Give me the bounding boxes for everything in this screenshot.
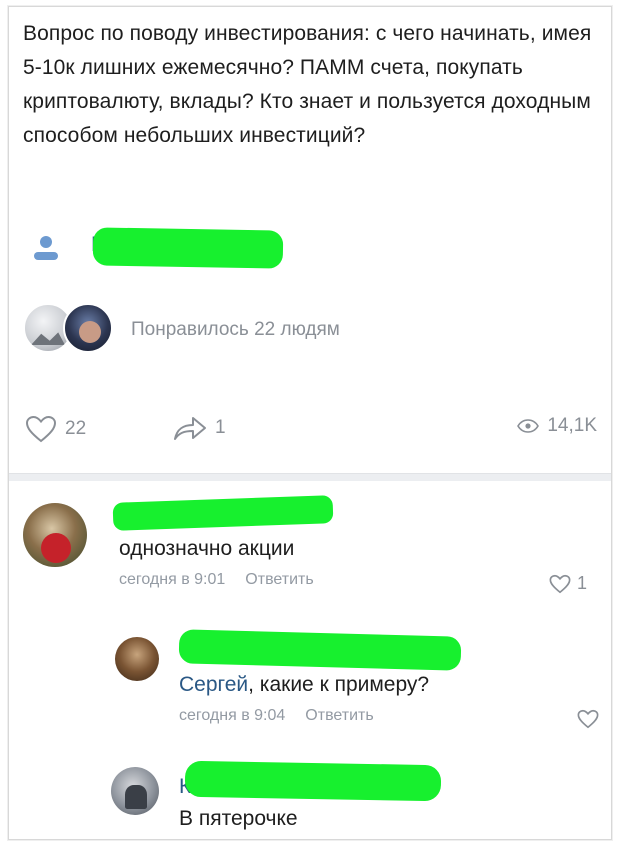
- reply-button[interactable]: Ответить: [245, 571, 313, 588]
- censor-mark: [92, 227, 284, 269]
- views-counter: 14,1K: [517, 415, 597, 437]
- share-count: 1: [215, 417, 226, 438]
- post-actions: 22 1 14,1K: [9, 411, 611, 451]
- person-icon: [34, 236, 58, 260]
- likes-summary-text[interactable]: Понравилось 22 людям: [131, 319, 340, 341]
- heart-icon: [577, 709, 599, 729]
- mention-link[interactable]: Сергей: [179, 673, 248, 696]
- share-button[interactable]: 1: [173, 415, 226, 441]
- likes-summary[interactable]: Понравилось 22 людям: [23, 303, 523, 359]
- share-icon: [174, 417, 206, 440]
- comment: однозначно акции сегодня в 9:01 Ответить …: [21, 495, 601, 607]
- comment-body: однозначно акции сегодня в 9:01 Ответить: [119, 535, 314, 589]
- censor-mark: [112, 495, 334, 531]
- comment-body: В пятерочке: [179, 805, 298, 833]
- reply-button[interactable]: Ответить: [305, 707, 373, 724]
- comment-text: однозначно акции: [119, 537, 295, 560]
- comment-time[interactable]: сегодня в 9:01: [119, 571, 225, 588]
- comment-like-count: 1: [576, 573, 587, 593]
- comment: К В пятерочке: [109, 755, 601, 835]
- post-author[interactable]: М: [31, 227, 431, 269]
- comment-like-button[interactable]: 1: [549, 573, 587, 594]
- eye-icon: [517, 419, 540, 433]
- like-button[interactable]: 22: [25, 415, 86, 443]
- heart-icon: [549, 574, 571, 593]
- comment-meta: сегодня в 9:01 Ответить: [119, 571, 314, 589]
- post-text: Вопрос по поводу инвестирования: с чего …: [23, 22, 592, 147]
- comment-body: Сергей, какие к примеру? сегодня в 9:04 О…: [179, 671, 429, 725]
- heart-icon: [25, 415, 57, 443]
- comment-meta: сегодня в 9:04 Ответить: [179, 707, 429, 725]
- liker-avatar[interactable]: [63, 303, 113, 353]
- avatar[interactable]: [23, 503, 87, 567]
- comment-text: Сергей, какие к примеру?: [179, 671, 429, 699]
- view-count: 14,1K: [547, 415, 597, 436]
- like-count: 22: [65, 418, 87, 439]
- comment-like-button[interactable]: [577, 709, 599, 729]
- post-card: Вопрос по поводу инвестирования: с чего …: [8, 6, 612, 840]
- comment: Сергей, какие к примеру? сегодня в 9:04 О…: [109, 627, 601, 737]
- censor-mark: [184, 760, 442, 802]
- comment-text-rest: , какие к примеру?: [248, 673, 430, 696]
- avatar[interactable]: [111, 767, 159, 815]
- comment-time[interactable]: сегодня в 9:04: [179, 707, 285, 724]
- avatar[interactable]: [115, 637, 159, 681]
- comment-text: В пятерочке: [179, 807, 298, 830]
- censor-mark: [178, 629, 462, 671]
- divider: [9, 473, 611, 481]
